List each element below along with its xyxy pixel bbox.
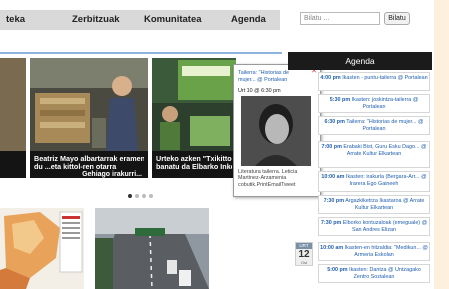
tooltip-description: Literatura tailerra. Leticia Martinez-Ar… xyxy=(238,169,298,188)
event-text: Argazkiketrza Ikastaroa @ Arrate Kultur … xyxy=(345,198,425,211)
nav-item-hemeroteka[interactable]: teka xyxy=(6,14,25,25)
event-text: Ikasten-en hitzaldia: "Medikun... @ Arme… xyxy=(344,245,428,258)
agenda-title: Agenda xyxy=(288,52,432,70)
agenda-event[interactable]: 10:00 am Ikasten-en hitzaldia: "Medikun.… xyxy=(318,242,430,261)
portrait-photo xyxy=(241,96,311,166)
map-thumbnail[interactable] xyxy=(0,208,84,289)
slide-caption-2: du ...eta kittol-ren otarra xyxy=(34,162,117,171)
date-weekday: Ost xyxy=(300,260,308,265)
event-text: Erabaki Bist, Guru Esku Dago... @ Arrate… xyxy=(343,144,427,157)
nav-item-agenda[interactable]: Agenda xyxy=(231,14,266,25)
slide-image xyxy=(0,58,26,151)
event-time: 10:00 am xyxy=(321,174,345,180)
event-text: Ikasten: irakurla (Bergara-Arr... @ Irar… xyxy=(345,174,427,187)
map-image xyxy=(0,208,84,289)
slider-dot[interactable] xyxy=(149,194,153,198)
nav-item-komunitatea[interactable]: Komunitatea xyxy=(144,14,202,25)
slide-beatriz[interactable]: Beatriz Mayo albartarrak eramen du ...et… xyxy=(30,58,148,178)
top-navigation: teka Zerbitzuak Komunitatea Agenda xyxy=(0,10,280,30)
event-time: 5:30 pm xyxy=(329,97,351,103)
tooltip-portrait-image xyxy=(241,96,311,166)
content-divider xyxy=(0,52,282,54)
nav-item-zerbitzuak[interactable]: Zerbitzuak xyxy=(72,14,120,25)
agenda-event[interactable]: 7:00 pm Erabaki Bist, Guru Esku Dago... … xyxy=(318,141,430,168)
slider-dot[interactable] xyxy=(135,194,139,198)
event-time: 7:30 pm xyxy=(320,220,342,226)
slide-fragment[interactable] xyxy=(0,58,26,178)
agenda-date-badge: URT 12 Ost xyxy=(295,242,313,266)
slide-photo-poster xyxy=(152,58,236,151)
event-time: 6:30 pm xyxy=(324,119,345,125)
slider-dot[interactable] xyxy=(142,194,146,198)
event-text: Elborko kontuzaloak (emeguale) @ San And… xyxy=(342,220,428,233)
slide-caption-2: banatu da Elbarko Inkest xyxy=(156,162,232,171)
agenda-event[interactable]: 5:00 pm Ikasten: Dantza @ Untzagako Zent… xyxy=(318,264,430,283)
agenda-event[interactable]: 5:30 pm Ikasten: joskintza-tailerra @ Po… xyxy=(318,94,430,113)
event-text: Ikasten - puntu-tailerra @ Portalean xyxy=(342,75,428,81)
highway-thumbnail[interactable] xyxy=(95,208,209,289)
slide-txikitto[interactable]: Urteko azken "Txikitto" dan banatu da El… xyxy=(152,58,236,178)
agenda-event[interactable]: 7:30 pm Argazkiketrza Ikastaroa @ Arrate… xyxy=(318,195,430,214)
page-margin xyxy=(434,0,449,289)
event-time: 7:00 pm xyxy=(321,144,342,150)
search-button[interactable]: Bilatu xyxy=(384,12,410,25)
event-time: 10:00 am xyxy=(320,245,344,251)
agenda-event[interactable]: 7:30 pm Elborko kontuzaloak (emeguale) @… xyxy=(318,217,430,236)
page-frame: teka Zerbitzuak Komunitatea Agenda Bilat… xyxy=(0,0,434,289)
agenda-event[interactable]: 10:00 am Ikasten: irakurla (Bergara-Arr.… xyxy=(318,171,430,192)
event-tooltip: Tailerra: "Historias de mujer... @ Porta… xyxy=(233,64,321,197)
search-input[interactable]: Bilatu ... xyxy=(300,12,380,25)
tooltip-title[interactable]: Tailerra: "Historias de mujer... @ Porta… xyxy=(238,70,308,84)
event-text: Ikasten: joskintza-tailerra @ Portalean xyxy=(351,97,419,110)
slide-photo-market xyxy=(30,58,148,151)
event-time: 5:00 pm xyxy=(327,267,348,273)
slider-pagination xyxy=(128,185,156,203)
event-text: Tailerra: "Historias de mujer... @ Porta… xyxy=(346,119,424,132)
agenda-event[interactable]: 6:30 pm Tailerra: "Historias de mujer...… xyxy=(318,116,430,135)
tooltip-datetime: Urt 10 @ 6:30 pm xyxy=(238,88,281,94)
read-more-link[interactable]: Gehiago irakurri... xyxy=(82,171,142,178)
highway-image xyxy=(95,208,209,289)
slider-dot[interactable] xyxy=(128,194,132,198)
event-time: 4:00 pm xyxy=(320,75,341,81)
event-text: Ikasten: Dantza @ Untzagako Zentro Sozia… xyxy=(349,267,421,280)
date-day: 12 xyxy=(298,249,310,260)
event-time: 7:30 pm xyxy=(323,198,344,204)
agenda-event[interactable]: 4:00 pm Ikasten - puntu-tailerra @ Porta… xyxy=(318,72,430,91)
